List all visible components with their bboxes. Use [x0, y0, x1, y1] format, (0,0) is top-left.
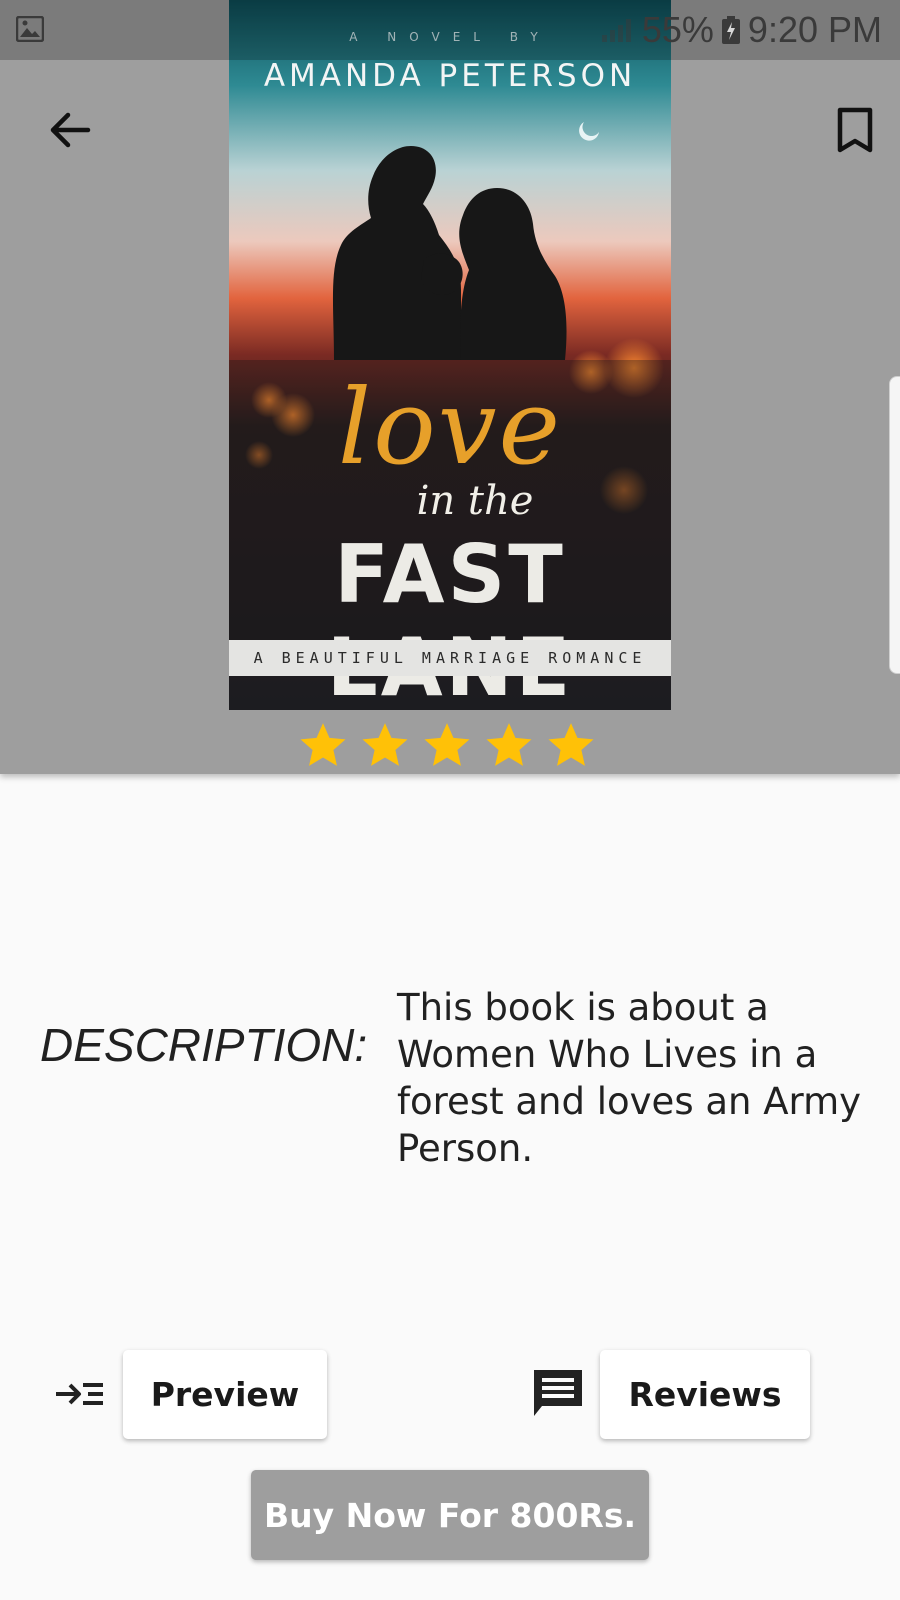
cover-title-in-the: in the [416, 478, 534, 524]
cover-title-love: love [337, 366, 563, 488]
star-icon [300, 723, 346, 766]
preview-button[interactable]: Preview [123, 1350, 327, 1439]
description-text: This book is about a Women Who Lives in … [397, 986, 862, 1170]
edge-panel-handle[interactable] [889, 376, 900, 674]
reviews-button[interactable]: Reviews [600, 1350, 810, 1439]
star-icon [486, 723, 532, 766]
battery-percent: 55% [641, 9, 714, 50]
battery-charging-icon [721, 16, 740, 44]
signal-icon [601, 19, 631, 42]
status-time: 9:20 PM [747, 9, 882, 50]
star-icon [548, 723, 594, 766]
status-bar: 55% 9:20 PM [0, 0, 900, 60]
arrow-back-icon[interactable] [44, 104, 96, 156]
cover-author: AMANDA PETERSON [263, 58, 637, 94]
cover-title-fast-lane: FAST LANE [327, 528, 571, 710]
star-icon [362, 723, 408, 766]
description-label: DESCRIPTION: [40, 1019, 368, 1071]
bookmark-outline-icon[interactable] [830, 104, 880, 156]
star-icon [424, 723, 470, 766]
buy-now-button[interactable]: Buy Now For 800Rs. [251, 1470, 649, 1560]
list-arrow-icon[interactable] [52, 1366, 108, 1422]
comment-icon[interactable] [530, 1366, 586, 1422]
gallery-icon [16, 16, 44, 42]
cover-tagline: A BEAUTIFUL MARRIAGE ROMANCE [229, 640, 671, 676]
book-cover[interactable]: A NOVEL BY AMANDA PETERSON love in the F… [229, 0, 671, 710]
star-rating [298, 720, 596, 772]
